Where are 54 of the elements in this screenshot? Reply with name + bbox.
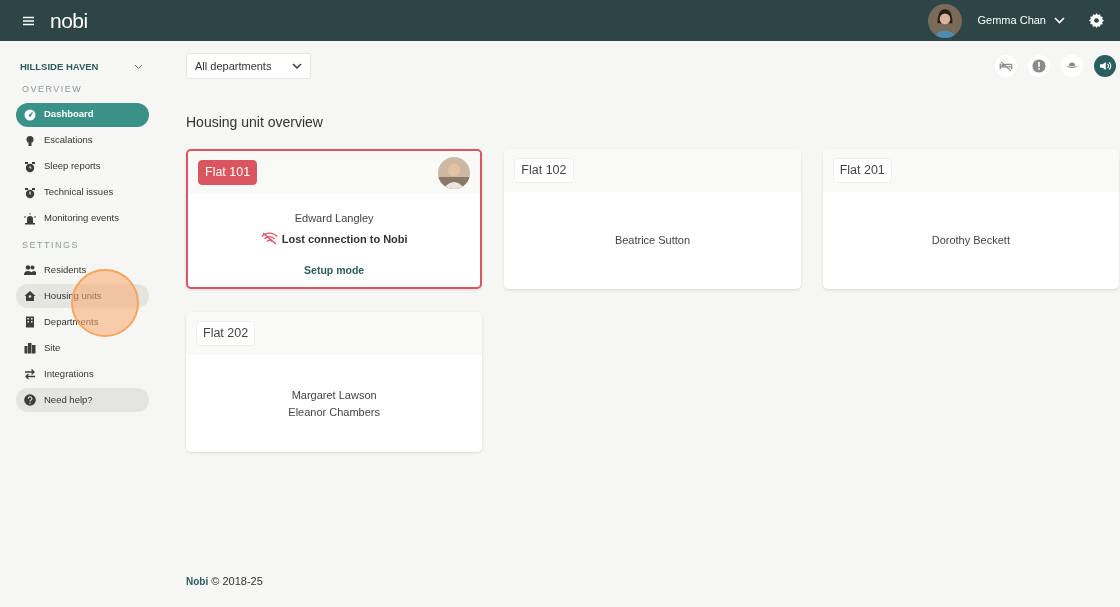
resident-name: Edward Langley [294,211,374,227]
chevron-down-icon [292,63,302,69]
flat-label: Flat 102 [514,158,574,183]
sidebar-item[interactable]: Residents [16,258,149,282]
connection-status: Lost connection to Nobi [281,231,408,247]
section-heading: OVERVIEW [22,83,84,96]
chevron-down-icon[interactable] [134,64,143,70]
alarm-icon [24,186,36,199]
menu-icon[interactable] [23,15,34,26]
logo[interactable]: nobi [50,4,88,37]
help-icon [24,394,36,406]
sidebar-item[interactable]: Sleep reports [16,154,149,179]
gauge-icon [24,108,36,121]
site-name[interactable]: HILLSIDE HAVEN [20,59,99,75]
people-icon [24,264,36,276]
sidebar-item[interactable]: Need help? [16,388,149,412]
unit-card[interactable]: Flat 101 Edward Langley Lost connection to Nobi Setup mode [186,149,483,289]
copyright-text: © 2018-25 [211,574,263,587]
wifi-off-icon [260,232,278,246]
flat-label: Flat 201 [832,158,892,183]
user-menu[interactable]: Gemma Chan [977,12,1065,29]
speaker-icon[interactable] [1094,55,1116,77]
alarm-clock-icon [24,160,36,173]
chevron-down-icon [1054,17,1065,24]
sidebar-item[interactable]: Integrations [16,362,149,386]
page-title: Housing unit overview [186,113,324,132]
sidebar-item[interactable]: Dashboard [16,102,149,127]
exclamation-icon[interactable] [1028,55,1050,77]
flat-label: Flat 202 [196,321,256,346]
unit-card[interactable]: Flat 201 Dorothy Beckett [822,149,1119,289]
resident-name: Eleanor Chambers [288,404,380,420]
resident-name: Beatrice Sutton [614,233,691,249]
section-heading: SETTINGS [22,238,80,252]
department-dropdown[interactable]: All departments [186,53,311,79]
lightbulb-icon [24,134,36,147]
bed-icon[interactable] [995,55,1017,77]
setup-mode-link[interactable]: Setup mode [304,264,365,277]
house-icon [24,290,36,302]
unit-card[interactable]: Flat 102 Beatrice Sutton [504,149,801,289]
siren-icon [24,212,36,225]
sidebar-item[interactable]: Monitoring events [16,206,149,231]
building-icon [24,316,36,328]
sidebar-item[interactable]: Escalations [16,128,149,153]
buildings-icon [24,342,36,354]
swap-arrows-icon [24,368,36,380]
flat-label: Flat 101 [198,160,258,185]
brand-link[interactable]: Nobi [186,575,209,587]
unit-card[interactable]: Flat 202 Margaret Lawson Eleanor Chambers [186,312,483,452]
settings-icon[interactable] [1089,13,1104,28]
sidebar-item[interactable]: Technical issues [16,180,149,205]
resident-name: Margaret Lawson [291,388,377,403]
hat-icon[interactable] [1061,55,1083,77]
sidebar-item[interactable]: Site [16,336,149,360]
resident-name: Dorothy Beckett [931,233,1010,249]
